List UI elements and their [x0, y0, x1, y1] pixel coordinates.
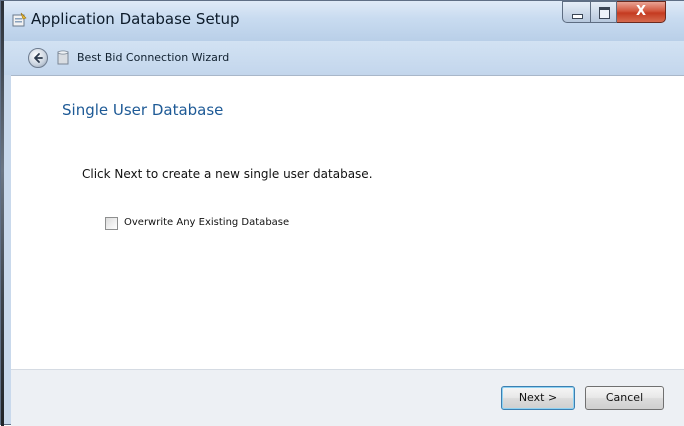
wizard-title: Best Bid Connection Wizard: [77, 51, 230, 64]
wizard-content: Single User Database Click Next to creat…: [11, 75, 684, 369]
database-icon: [57, 50, 69, 65]
button-bar: Next > Cancel: [11, 369, 684, 426]
window-title: Application Database Setup: [31, 10, 240, 28]
maximize-button[interactable]: [590, 1, 617, 23]
minimize-button[interactable]: [562, 1, 590, 23]
overwrite-checkbox[interactable]: [105, 217, 118, 230]
cancel-button[interactable]: Cancel: [585, 386, 664, 410]
navigation-bar: Best Bid Connection Wizard: [4, 41, 684, 75]
wizard-window: Application Database Setup X Best Bid Co…: [0, 0, 684, 426]
setup-app-icon: [12, 12, 27, 27]
next-button[interactable]: Next >: [501, 386, 575, 410]
page-heading: Single User Database: [62, 101, 224, 119]
back-arrow-icon: [34, 53, 43, 63]
instruction-text: Click Next to create a new single user d…: [82, 167, 373, 181]
back-button[interactable]: [28, 48, 48, 68]
close-button[interactable]: X: [617, 1, 666, 23]
close-icon: X: [635, 4, 647, 19]
overwrite-checkbox-label[interactable]: Overwrite Any Existing Database: [124, 217, 289, 228]
